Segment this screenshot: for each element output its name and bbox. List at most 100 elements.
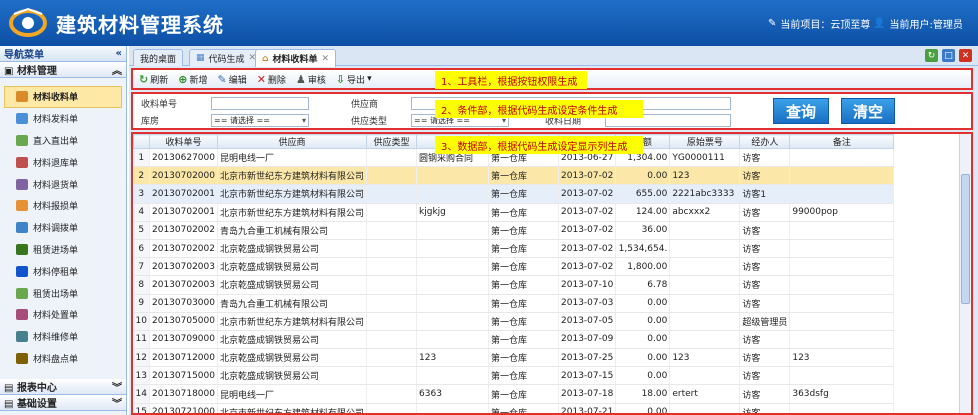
table-cell: 2013-07-02 [558,257,617,277]
refresh-icon[interactable]: ↻ [925,49,938,62]
sidebar-item-label: 材料维修单 [33,333,79,344]
close-icon[interactable]: ✕ [959,49,972,62]
sidebar-item-2[interactable]: 直入直出单 [0,130,126,152]
column-header[interactable]: 供应类型 [366,134,418,149]
sidebar-item-6[interactable]: 材料调拨单 [0,217,126,239]
clear-button[interactable]: 清空 [841,98,895,124]
refresh-button[interactable]: ↻ 刷新 [139,73,168,86]
column-header[interactable]: 原始票号 [669,134,741,149]
sidebar-item-8[interactable]: 材料停租单 [0,260,126,282]
table-cell: 2013-07-18 [558,384,617,404]
table-row[interactable]: 15 20130721000 北京市新世纪东方建筑材料有限公司 第一仓库 2013-07… [133,403,895,413]
table-cell: 访客 [739,148,791,168]
current-user[interactable]: 👤 当前用户:管理员 [873,16,963,31]
add-button[interactable]: ⊕ 新增 [178,73,207,86]
sidebar-item-7[interactable]: 租赁进场单 [0,239,126,261]
page-icon: ▦ [196,53,205,63]
table-cell [789,403,895,413]
table-cell: 0.00 [615,294,671,313]
table-cell: 第一仓库 [488,239,560,259]
tab-desktop[interactable]: 我的桌面 [133,49,184,66]
table-cell [416,403,490,413]
sidebar-item-3[interactable]: 材料退库单 [0,151,126,173]
table-row[interactable]: 6 20130702002 北京乾盛成钢铁贸易公司 第一仓库 2013-07-02 1,5… [133,239,895,259]
table-row[interactable]: 3 20130702001 北京市新世纪东方建筑材料有限公司 第一仓库 2013-07-… [133,184,895,204]
table-cell: 第一仓库 [488,366,560,386]
table-cell [789,275,895,295]
row-number: 3 [133,184,150,204]
current-project[interactable]: ✎ 当前项目：云顶至尊 [768,16,870,31]
lease-in-icon [16,243,28,255]
table-cell: 第一仓库 [488,184,560,204]
table-row[interactable]: 2 20130702000 北京市新世纪东方建筑材料有限公司 第一仓库 2013-07-… [133,166,895,186]
vertical-scrollbar[interactable] [959,134,971,413]
table-cell [416,275,490,295]
table-cell: 访客 [739,257,791,277]
window-tools: ↻ □ ✕ [925,49,972,62]
group-material-header[interactable]: ▣ 材料管理 ︽ [0,62,126,78]
table-cell [789,312,895,331]
table-cell: 1,800.00 [615,257,671,277]
audit-button[interactable]: ♟ 审核 [296,73,326,86]
table-row[interactable]: 13 20130715000 北京乾盛成钢铁贸易公司 第一仓库 2013-07-15 0.… [133,366,895,386]
receipt-no-input[interactable] [211,97,309,110]
table-row[interactable]: 11 20130709000 北京乾盛成钢铁贸易公司 第一仓库 2013-07-09 0.… [133,330,895,350]
table-cell: 访客 [739,330,791,350]
column-header[interactable]: 收料单号 [149,134,218,149]
query-button[interactable]: 查询 [773,98,829,124]
table-cell: 2221abc3333 [669,184,741,204]
table-cell [416,184,490,204]
table-cell: 第一仓库 [488,221,560,240]
maximize-icon[interactable]: □ [942,49,955,62]
sidebar-item-11[interactable]: 材料维修单 [0,326,126,348]
table-row[interactable]: 8 20130702003 北京乾盛成钢铁贸易公司 第一仓库 2013-07-10 6.7… [133,275,895,295]
table-row[interactable]: 4 20130702001 北京市新世纪东方建筑材料有限公司 kjgkjg 第一仓库 20… [133,203,895,222]
edit-button[interactable]: ✎ 编辑 [217,73,246,86]
sidebar-item-12[interactable]: 材料盘点单 [0,348,126,370]
table-cell: 访客 [739,384,791,404]
chevron-down-icon[interactable]: ︾ [112,395,122,410]
delete-button[interactable]: ✕ 删除 [257,73,286,86]
sidebar-item-10[interactable]: 材料处置单 [0,304,126,326]
chevron-down-icon[interactable]: ︾ [112,379,122,394]
group-reports-header[interactable]: ▤ 报表中心 ︾ [0,379,126,395]
table-row[interactable]: 9 20130703000 青岛九合重工机械有限公司 第一仓库 2013-07-03 0.… [133,294,895,313]
column-header[interactable]: 经办人 [739,134,791,149]
table-cell [416,257,490,277]
tab-code-gen[interactable]: ▦ 代码生成 ✕ [189,49,264,66]
table-row[interactable]: 10 20130705000 北京市新世纪东方建筑材料有限公司 第一仓库 2013-07… [133,312,895,331]
table-cell: 123 [669,348,741,368]
export-button[interactable]: ⇩ 导出 ▾ [336,73,372,86]
tab-receipt[interactable]: ⌂ 材料收料单 ✕ [255,49,337,67]
label-supplier: 供应商 [351,100,379,110]
table-cell [366,148,418,168]
group-settings-header[interactable]: ▤ 基础设置 ︾ [0,395,126,411]
repair-icon [16,331,28,343]
table-cell [789,148,895,168]
sidebar-item-1[interactable]: 材料发料单 [0,108,126,130]
table-cell: 655.00 [615,184,671,204]
damage-icon [16,200,28,212]
table-cell: 北京乾盛成钢铁贸易公司 [217,330,368,350]
warehouse-select[interactable]: == 请选择 == [211,114,309,127]
column-header[interactable]: 备注 [789,134,895,149]
table-row[interactable]: 12 20130712000 北京乾盛成钢铁贸易公司 123 第一仓库 2013-07-2… [133,348,895,368]
table-cell: 2013-07-02 [558,184,617,204]
scrollbar-thumb[interactable] [961,174,970,304]
sidebar-item-9[interactable]: 租赁出场单 [0,282,126,304]
table-cell: 2013-07-21 [558,403,617,413]
sidebar-item-0[interactable]: 材料收料单 [4,86,122,108]
column-header[interactable]: 供应商 [216,134,368,149]
sidebar-item-label: 材料调拨单 [33,224,79,235]
sidebar-item-4[interactable]: 材料退货单 [0,173,126,195]
table-row[interactable]: 14 20130718000 昆明电线一厂 6363 第一仓库 2013-07-18 18.… [133,384,895,404]
table-cell [366,203,418,222]
collapse-icon[interactable]: « [116,48,122,59]
close-icon[interactable]: ✕ [321,54,329,64]
main-area: 我的桌面 ▦ 代码生成 ✕ ⌂ 材料收料单 ✕ ↻ □ ✕ ↻ 刷新 ⊕ 新增 ✎ 编辑 ✕ 删… [129,46,978,415]
table-row[interactable]: 5 20130702002 青岛九合重工机械有限公司 第一仓库 2013-07-02 36… [133,221,895,240]
table-cell: 0.00 [615,366,671,386]
sidebar-item-5[interactable]: 材料报损单 [0,195,126,217]
table-row[interactable]: 7 20130702003 北京乾盛成钢铁贸易公司 第一仓库 2013-07-02 1,8… [133,257,895,277]
chevron-up-icon[interactable]: ︽ [112,62,122,77]
